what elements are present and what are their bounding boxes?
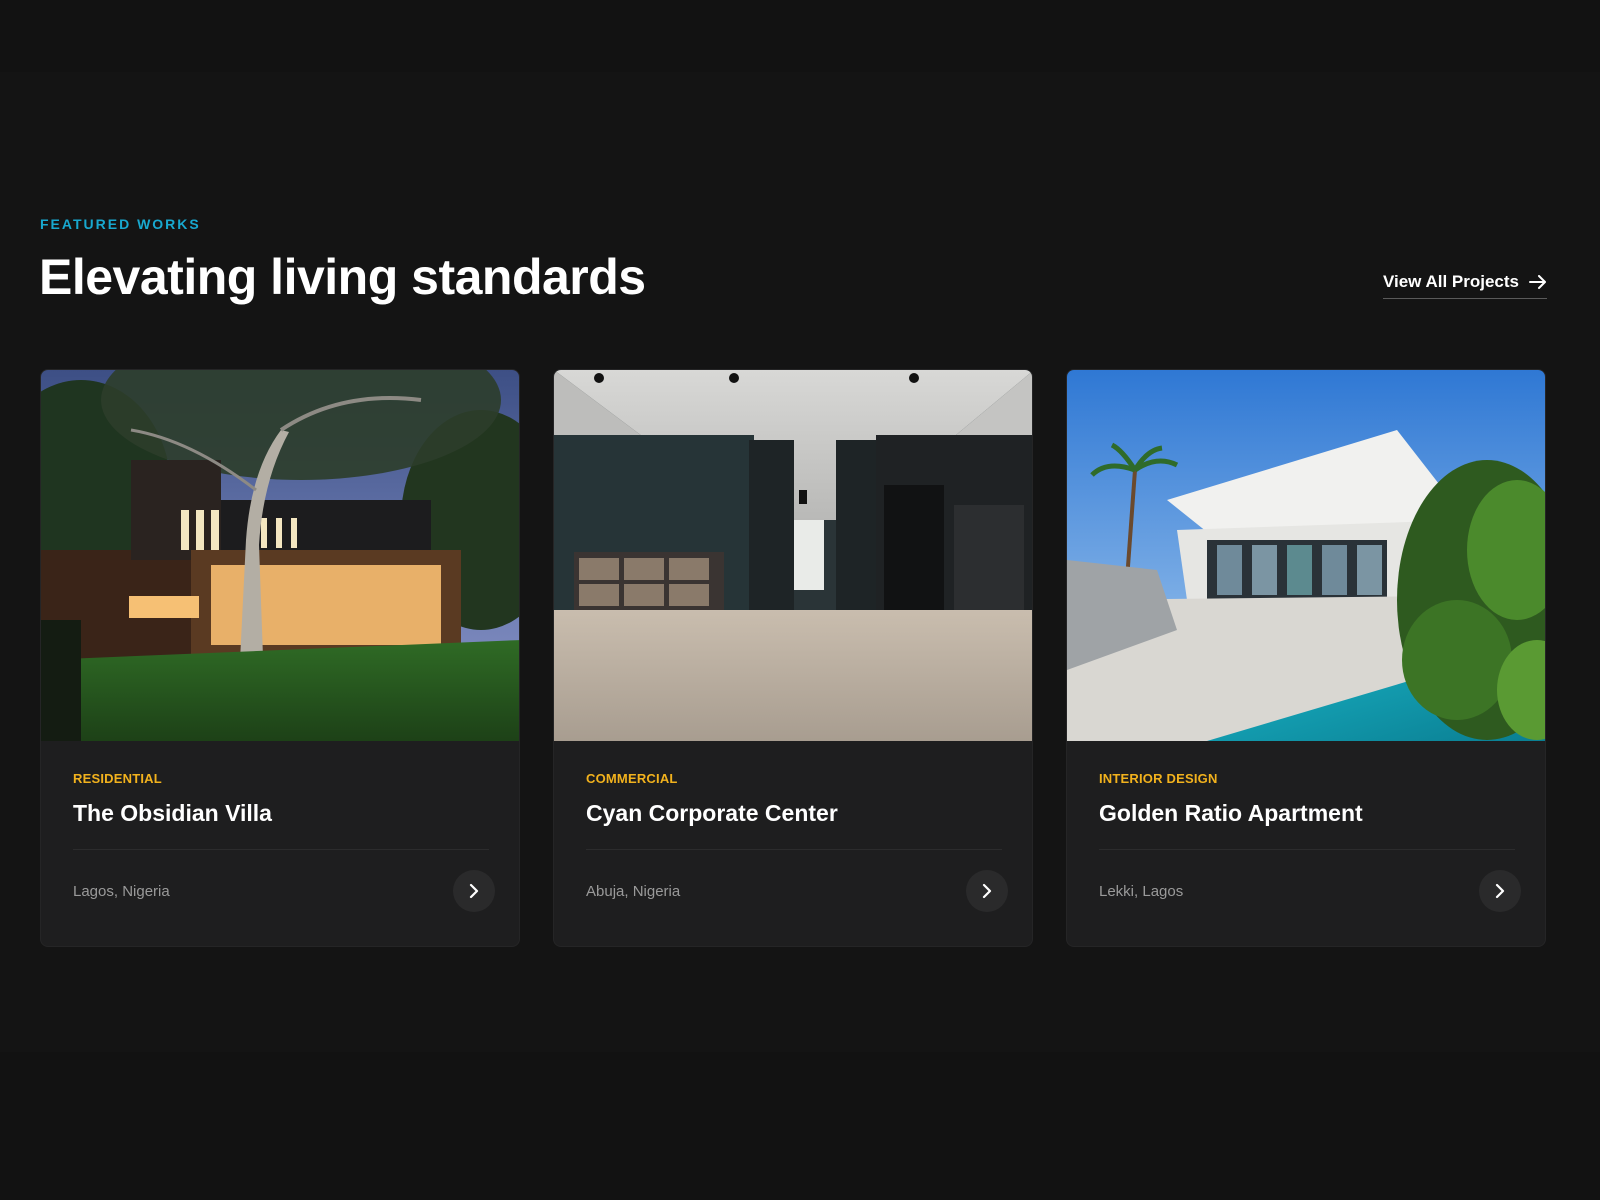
page: FEATURED WORKS Elevating living standard…: [0, 0, 1600, 1200]
project-image-modern-house: [41, 370, 519, 741]
card-location: Lagos, Nigeria: [73, 882, 170, 900]
card-category: COMMERCIAL: [586, 771, 678, 786]
card-footer: Abuja, Nigeria: [586, 870, 1008, 912]
project-image-white-villa: [1067, 370, 1545, 741]
card-body: COMMERCIAL Cyan Corporate Center Abuja, …: [554, 741, 1032, 912]
card-location: Lekki, Lagos: [1099, 882, 1184, 900]
card-divider: [73, 849, 489, 850]
chevron-right-icon: [1495, 883, 1505, 899]
project-cards: RESIDENTIAL The Obsidian Villa Lagos, Ni…: [40, 369, 1548, 947]
card-body: INTERIOR DESIGN Golden Ratio Apartment L…: [1067, 741, 1545, 912]
view-all-projects-label: View All Projects: [1382, 272, 1519, 291]
open-project-button[interactable]: [1479, 870, 1521, 912]
open-project-button[interactable]: [453, 870, 495, 912]
open-project-button[interactable]: [966, 870, 1008, 912]
card-title: Golden Ratio Apartment: [1099, 800, 1363, 826]
arrow-right-icon: [1529, 275, 1547, 289]
card-divider: [1099, 849, 1515, 850]
card-category: INTERIOR DESIGN: [1099, 771, 1218, 786]
project-card[interactable]: COMMERCIAL Cyan Corporate Center Abuja, …: [553, 369, 1033, 947]
section-eyebrow: FEATURED WORKS: [40, 216, 201, 232]
card-footer: Lagos, Nigeria: [73, 870, 495, 912]
card-location: Abuja, Nigeria: [586, 882, 681, 900]
card-divider: [586, 849, 1002, 850]
card-title: The Obsidian Villa: [73, 800, 272, 826]
card-body: RESIDENTIAL The Obsidian Villa Lagos, Ni…: [41, 741, 519, 912]
project-card[interactable]: RESIDENTIAL The Obsidian Villa Lagos, Ni…: [40, 369, 520, 947]
card-footer: Lekki, Lagos: [1099, 870, 1521, 912]
chevron-right-icon: [469, 883, 479, 899]
project-image-office-interior: [554, 370, 1032, 741]
section-title: Elevating living standards: [39, 249, 646, 305]
project-card[interactable]: INTERIOR DESIGN Golden Ratio Apartment L…: [1066, 369, 1546, 947]
featured-works-section: FEATURED WORKS Elevating living standard…: [0, 72, 1600, 1052]
card-category: RESIDENTIAL: [73, 771, 162, 786]
chevron-right-icon: [982, 883, 992, 899]
card-title: Cyan Corporate Center: [586, 800, 838, 826]
view-all-projects-link[interactable]: View All Projects: [1382, 272, 1547, 299]
